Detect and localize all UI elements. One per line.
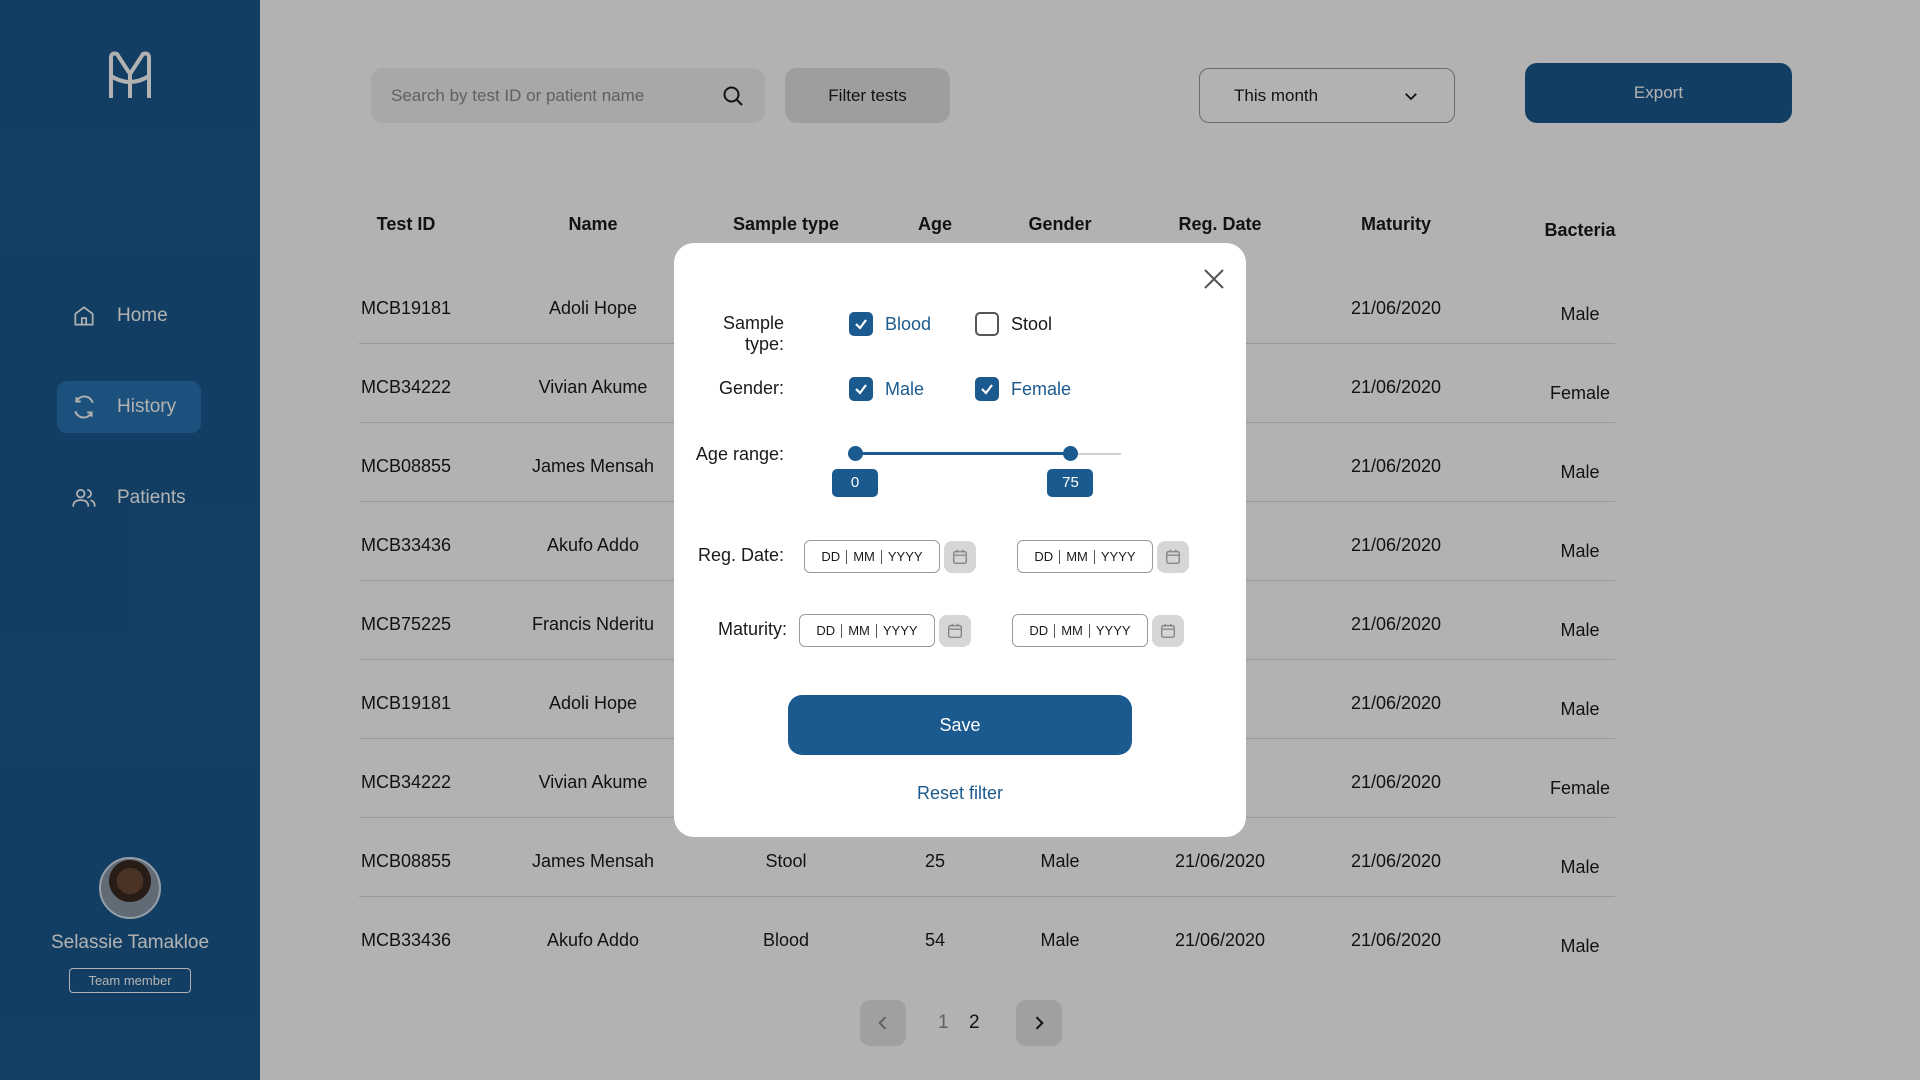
separator [841, 623, 843, 638]
year-placeholder: YYYY [1100, 549, 1136, 564]
age-min-value: 0 [832, 469, 878, 497]
age-max-handle[interactable] [1063, 446, 1079, 461]
sample-stool-label: Stool [1011, 313, 1053, 334]
calendar-icon [1165, 549, 1181, 565]
reg-date-label: Reg. Date: [697, 545, 784, 565]
maturity-from-field[interactable]: DD MM YYYY [799, 614, 935, 647]
reset-filter-link[interactable]: Reset filter [860, 783, 1060, 804]
sample-blood-label: Blood [885, 313, 932, 334]
age-min-handle[interactable] [848, 446, 863, 461]
gender-male-label: Male [885, 378, 925, 399]
separator [846, 549, 848, 564]
sample-type-label: Sample type: [722, 313, 784, 354]
age-range-label: Age range: [695, 444, 784, 464]
day-placeholder: DD [816, 623, 836, 638]
maturity-to-field[interactable]: DD MM YYYY [1012, 614, 1148, 647]
filter-modal: Sample type: Blood Stool Gender: Male Fe… [674, 243, 1246, 837]
gender-female-checkbox[interactable]: Female [975, 377, 1071, 401]
separator [1093, 549, 1095, 564]
close-icon[interactable] [1200, 265, 1228, 293]
maturity-from-calendar-button[interactable] [939, 615, 971, 647]
month-placeholder: MM [853, 549, 875, 564]
year-placeholder: YYYY [887, 549, 923, 564]
day-placeholder: DD [1029, 623, 1049, 638]
reg-date-from-calendar-button[interactable] [944, 541, 976, 573]
checkbox-checked-icon [975, 377, 999, 401]
year-placeholder: YYYY [1095, 623, 1131, 638]
separator [1059, 549, 1061, 564]
sample-stool-checkbox[interactable]: Stool [975, 312, 1052, 336]
separator [880, 549, 882, 564]
maturity-label: Maturity: [717, 619, 787, 639]
separator [1088, 623, 1090, 638]
month-placeholder: MM [848, 623, 870, 638]
maturity-to-calendar-button[interactable] [1152, 615, 1184, 647]
age-range-fill [855, 452, 1071, 455]
separator [1054, 623, 1056, 638]
save-button[interactable]: Save [788, 695, 1132, 755]
sample-blood-checkbox[interactable]: Blood [849, 312, 931, 336]
reg-date-to-field[interactable]: DD MM YYYY [1017, 540, 1153, 573]
separator [875, 623, 877, 638]
reg-date-to-calendar-button[interactable] [1157, 541, 1189, 573]
checkbox-checked-icon [849, 377, 873, 401]
gender-female-label: Female [1011, 378, 1072, 399]
day-placeholder: DD [1034, 549, 1054, 564]
year-placeholder: YYYY [882, 623, 918, 638]
month-placeholder: MM [1061, 623, 1083, 638]
month-placeholder: MM [1066, 549, 1088, 564]
calendar-icon [952, 549, 968, 565]
checkbox-checked-icon [849, 312, 873, 336]
age-max-value: 75 [1047, 469, 1094, 497]
checkbox-unchecked-icon [975, 312, 999, 336]
gender-male-checkbox[interactable]: Male [849, 377, 924, 401]
reg-date-from-field[interactable]: DD MM YYYY [804, 540, 940, 573]
gender-label: Gender: [718, 378, 784, 398]
calendar-icon [947, 623, 963, 639]
calendar-icon [1160, 623, 1176, 639]
day-placeholder: DD [821, 549, 841, 564]
